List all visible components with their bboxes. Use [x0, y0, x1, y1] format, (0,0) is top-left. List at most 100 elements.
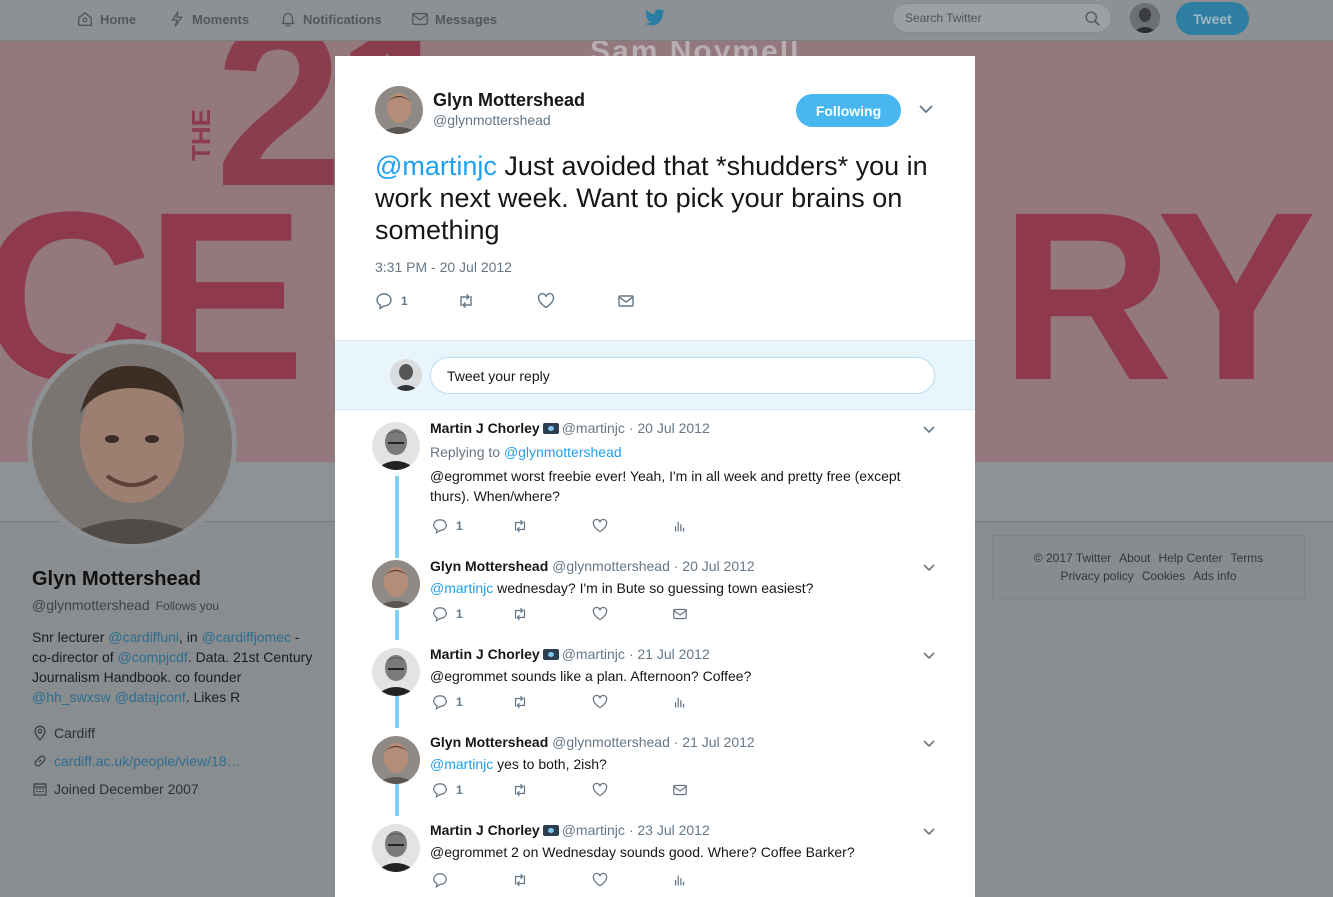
tweet-button[interactable]: Tweet — [1176, 2, 1249, 35]
profile-sidebar: Glyn Mottershead @glynmottershead Follows… — [32, 568, 322, 803]
bio-link[interactable]: @cardiffuni — [108, 629, 179, 645]
reply-date[interactable]: · 23 Jul 2012 — [629, 822, 710, 838]
reply-body: yes to both, 2ish? — [493, 756, 607, 772]
replying-to-handle[interactable]: @glynmottershead — [504, 444, 622, 460]
chevron-down-icon[interactable] — [923, 426, 935, 434]
following-button[interactable]: Following — [796, 94, 901, 127]
footer-link-cookies[interactable]: Cookies — [1142, 569, 1185, 583]
footer-link-privacy[interactable]: Privacy policy — [1060, 569, 1133, 583]
reply-author-name[interactable]: Martin J Chorley — [430, 822, 540, 838]
chevron-down-icon[interactable] — [923, 740, 935, 748]
like-action[interactable] — [592, 782, 608, 798]
reply-date[interactable]: · 21 Jul 2012 — [674, 734, 755, 750]
footer-link-about[interactable]: About — [1119, 551, 1150, 565]
reply-icon — [433, 873, 447, 888]
reply-tweet[interactable]: Glyn Mottershead @glynmottershead · 21 J… — [335, 732, 975, 818]
reply-input[interactable]: Tweet your reply — [430, 357, 935, 394]
reply-action[interactable] — [432, 872, 448, 888]
profile-url-text[interactable]: cardiff.ac.uk/people/view/18… — [54, 753, 241, 769]
tweet-author-handle[interactable]: @glynmottershead — [433, 112, 551, 128]
dm-action[interactable] — [672, 606, 688, 622]
reply-avatar[interactable] — [372, 736, 420, 784]
nav-messages[interactable]: Messages — [411, 9, 497, 29]
reply-action[interactable]: 1 — [432, 518, 463, 534]
like-action[interactable] — [592, 872, 608, 888]
bio-link[interactable]: @datajconf — [115, 689, 186, 705]
reply-tweet[interactable]: Glyn Mottershead @glynmottershead · 20 J… — [335, 556, 975, 642]
tweet-author-name[interactable]: Glyn Mottershead — [433, 90, 585, 111]
like-action[interactable] — [592, 694, 608, 710]
dm-action[interactable] — [617, 292, 635, 310]
envelope-icon — [412, 12, 428, 26]
profile-handle-text[interactable]: @glynmottershead — [32, 597, 150, 613]
reply-author-name[interactable]: Martin J Chorley — [430, 420, 540, 436]
reply-author-name[interactable]: Martin J Chorley — [430, 646, 540, 662]
retweet-action[interactable] — [512, 606, 528, 622]
profile-url[interactable]: cardiff.ac.uk/people/view/18… — [32, 747, 322, 775]
profile-avatar[interactable] — [27, 339, 237, 549]
dm-action[interactable] — [672, 782, 688, 798]
retweet-action[interactable] — [512, 872, 528, 888]
reply-avatar[interactable] — [372, 560, 420, 608]
analytics-action[interactable] — [672, 518, 688, 534]
reply-avatar[interactable] — [372, 422, 420, 470]
reply-date[interactable]: · 21 Jul 2012 — [629, 646, 710, 662]
reply-action[interactable]: 1 — [432, 606, 463, 622]
user-avatar[interactable] — [1130, 3, 1160, 33]
nav-moments[interactable]: Moments — [168, 9, 249, 29]
reply-mention[interactable]: @martinjc — [430, 756, 493, 772]
reply-author-handle[interactable]: @martinjc — [562, 646, 625, 662]
bio-link[interactable]: @hh_swxsw — [32, 689, 111, 705]
retweet-action[interactable] — [512, 518, 528, 534]
analytics-action[interactable] — [672, 872, 688, 888]
search-input[interactable]: Search Twitter — [892, 3, 1112, 33]
like-action[interactable] — [592, 518, 608, 534]
tweet-author-avatar[interactable] — [375, 86, 423, 134]
badge-icon — [542, 423, 559, 434]
like-action[interactable] — [537, 292, 555, 310]
chevron-down-icon[interactable] — [923, 828, 935, 836]
reply-date[interactable]: · 20 Jul 2012 — [674, 558, 755, 574]
reply-tweet[interactable]: Martin J Chorley @martinjc · 23 Jul 2012 … — [335, 820, 975, 897]
tweet-timestamp[interactable]: 3:31 PM - 20 Jul 2012 — [375, 259, 512, 275]
reply-action[interactable]: 1 — [432, 694, 463, 710]
nav-notifications[interactable]: Notifications — [279, 9, 382, 29]
reply-author-handle[interactable]: @martinjc — [562, 822, 625, 838]
nav-home[interactable]: Home — [76, 9, 136, 29]
reply-mention[interactable]: @martinjc — [430, 580, 493, 596]
reply-date[interactable]: · 20 Jul 2012 — [629, 420, 710, 436]
reply-header: Glyn Mottershead @glynmottershead · 21 J… — [430, 734, 755, 750]
profile-handle: @glynmottershead Follows you — [32, 597, 322, 613]
reply-icon — [433, 783, 447, 798]
reply-avatar[interactable] — [372, 648, 420, 696]
footer-link-terms[interactable]: Terms — [1231, 551, 1264, 565]
footer-link-help[interactable]: Help Center — [1158, 551, 1222, 565]
footer-link-ads[interactable]: Ads info — [1193, 569, 1236, 583]
reply-author-name[interactable]: Glyn Mottershead — [430, 558, 548, 574]
retweet-action[interactable] — [512, 782, 528, 798]
twitter-bird-icon[interactable] — [644, 8, 666, 28]
search-icon[interactable] — [1084, 10, 1101, 27]
tweet-mention[interactable]: @martinjc — [375, 151, 497, 181]
reply-action[interactable]: 1 — [375, 292, 408, 310]
retweet-action[interactable] — [512, 694, 528, 710]
analytics-action[interactable] — [672, 694, 688, 710]
bio-link[interactable]: @cardiffjomec — [202, 629, 291, 645]
reply-tweet[interactable]: Martin J Chorley @martinjc · 20 Jul 2012 … — [335, 418, 975, 554]
tweet-actions: 1 — [375, 292, 675, 312]
reply-avatar[interactable] — [372, 824, 420, 872]
reply-author-handle[interactable]: @glynmottershead — [552, 558, 670, 574]
chevron-down-icon[interactable] — [923, 564, 935, 572]
chevron-down-icon[interactable] — [923, 652, 935, 660]
reply-tweet[interactable]: Martin J Chorley @martinjc · 21 Jul 2012 … — [335, 644, 975, 730]
reply-author-name[interactable]: Glyn Mottershead — [430, 734, 548, 750]
bio-link[interactable]: @compjcdf — [118, 649, 188, 665]
reply-action[interactable]: 1 — [432, 782, 463, 798]
like-action[interactable] — [592, 606, 608, 622]
chevron-down-icon[interactable] — [919, 104, 933, 114]
reply-author-handle[interactable]: @glynmottershead — [552, 734, 670, 750]
reply-author-handle[interactable]: @martinjc — [562, 420, 625, 436]
retweet-action[interactable] — [457, 292, 475, 310]
search-placeholder: Search Twitter — [905, 11, 982, 25]
profile-name[interactable]: Glyn Mottershead — [32, 568, 322, 591]
